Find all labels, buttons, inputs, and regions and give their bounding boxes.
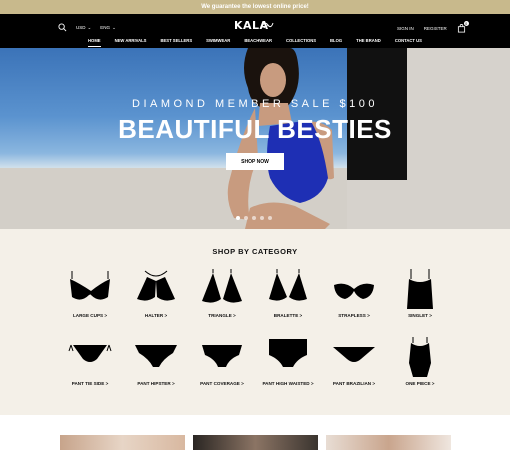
hero-subtitle: DIAMOND MEMBER SALE $100 — [132, 98, 378, 110]
strapless-icon — [334, 283, 374, 299]
header-left: USD ⌄ ENG ⌄ — [58, 23, 116, 32]
nav-beachwear[interactable]: BEACHWEAR — [237, 38, 279, 43]
header-right: SIGN IN REGISTER 0 — [397, 21, 469, 33]
carousel-dot[interactable] — [268, 216, 272, 220]
category-bralette[interactable]: BRALETTE > — [253, 269, 323, 318]
category-label: BRALETTE > — [273, 313, 303, 318]
category-pant-hipster[interactable]: PANT HIPSTER > — [121, 337, 191, 386]
pant-tie-side-icon — [68, 344, 112, 362]
category-label: ONE PIECE > — [405, 381, 435, 386]
chevron-down-icon: ⌄ — [87, 24, 92, 30]
category-label: PANT HIPSTER > — [137, 381, 175, 386]
bralette-icon — [269, 269, 307, 301]
category-label: PANT BRAZILIAN > — [332, 381, 376, 386]
category-label: PANT COVERAGE > — [200, 381, 244, 386]
nav-swimwear[interactable]: SWIMWEAR — [199, 38, 237, 43]
site-header: USD ⌄ ENG ⌄ KALA SIGN IN REGISTER 0 HOME N… — [0, 14, 510, 48]
nav-blog[interactable]: BLOG — [323, 38, 349, 43]
category-label: PANT TIE SIDE > — [71, 381, 109, 386]
category-pant-high-waisted[interactable]: PANT HIGH WAISTED > — [253, 337, 323, 386]
pant-hipster-icon — [135, 345, 177, 367]
halter-icon — [137, 270, 175, 301]
hero-banner: DIAMOND MEMBER SALE $100 BEAUTIFUL BESTI… — [0, 48, 510, 229]
carousel-dot[interactable] — [244, 216, 248, 220]
register-link[interactable]: REGISTER — [424, 26, 447, 31]
hero-title: BEAUTIFUL BESTIES — [118, 114, 392, 144]
featured-image[interactable] — [193, 435, 318, 450]
category-singlet[interactable]: SINGLET > — [385, 269, 455, 318]
singlet-icon — [407, 269, 433, 309]
category-label: LARGE CUPS > — [72, 313, 108, 318]
currency-select[interactable]: USD ⌄ — [76, 25, 91, 31]
pant-coverage-icon — [202, 345, 242, 367]
carousel-dot[interactable] — [252, 216, 256, 220]
category-large-cups[interactable]: LARGE CUPS > — [55, 269, 125, 318]
category-one-piece[interactable]: ONE PIECE > — [385, 337, 455, 386]
nav-collections[interactable]: COLLECTIONS — [279, 38, 323, 43]
category-pant-tie-side[interactable]: PANT TIE SIDE > — [55, 337, 125, 386]
carousel-dot[interactable] — [236, 216, 240, 220]
large-cups-icon — [70, 271, 110, 300]
cart-count-badge: 0 — [463, 21, 469, 26]
currency-value: USD — [76, 25, 86, 30]
featured-image[interactable] — [60, 435, 185, 450]
one-piece-icon — [409, 337, 431, 377]
language-value: ENG — [100, 25, 111, 30]
nav-home[interactable]: HOME — [81, 38, 108, 47]
sign-in-link[interactable]: SIGN IN — [397, 26, 414, 31]
category-label: HALTER > — [144, 313, 168, 318]
promo-bar: We guarantee the lowest online price! — [0, 0, 510, 14]
category-label: TRIANGLE > — [208, 313, 236, 318]
category-label: PANT HIGH WAISTED > — [262, 381, 314, 386]
chevron-down-icon: ⌄ — [112, 24, 116, 30]
category-halter[interactable]: HALTER > — [121, 269, 191, 318]
nav-best-sellers[interactable]: BEST SELLERS — [153, 38, 199, 43]
cart-button[interactable]: 0 — [457, 21, 469, 33]
category-triangle[interactable]: TRIANGLE > — [187, 269, 257, 318]
logo-wave-icon — [261, 22, 274, 29]
nav-contact-us[interactable]: CONTACT US — [388, 38, 429, 43]
carousel-dot[interactable] — [260, 216, 264, 220]
pant-brazilian-icon — [333, 347, 375, 362]
category-label: SINGLET > — [408, 313, 432, 318]
carousel-dots — [236, 216, 272, 220]
category-pant-brazilian[interactable]: PANT BRAZILIAN > — [319, 337, 389, 386]
search-icon[interactable] — [58, 23, 67, 32]
promo-text: We guarantee the lowest online price! — [201, 4, 309, 10]
category-pant-coverage[interactable]: PANT COVERAGE > — [187, 337, 257, 386]
nav-the-brand[interactable]: THE BRAND — [349, 38, 388, 43]
shop-now-button[interactable]: SHOP NOW — [226, 153, 284, 170]
main-nav: HOME NEW ARRIVALS BEST SELLERS SWIMWEAR … — [0, 38, 510, 47]
category-heading: SHOP BY CATEGORY — [212, 247, 298, 256]
shop-by-category: SHOP BY CATEGORY LARGE CUPS > HALTER > T… — [0, 229, 510, 415]
category-label: STRAPLESS > — [338, 313, 370, 318]
triangle-icon — [202, 269, 242, 303]
featured-row — [0, 415, 510, 450]
nav-new-arrivals[interactable]: NEW ARRIVALS — [108, 38, 154, 43]
language-select[interactable]: ENG ⌄ — [100, 25, 116, 31]
category-strapless[interactable]: STRAPLESS > — [319, 269, 389, 318]
pant-high-waisted-icon — [269, 339, 307, 367]
featured-image[interactable] — [326, 435, 451, 450]
